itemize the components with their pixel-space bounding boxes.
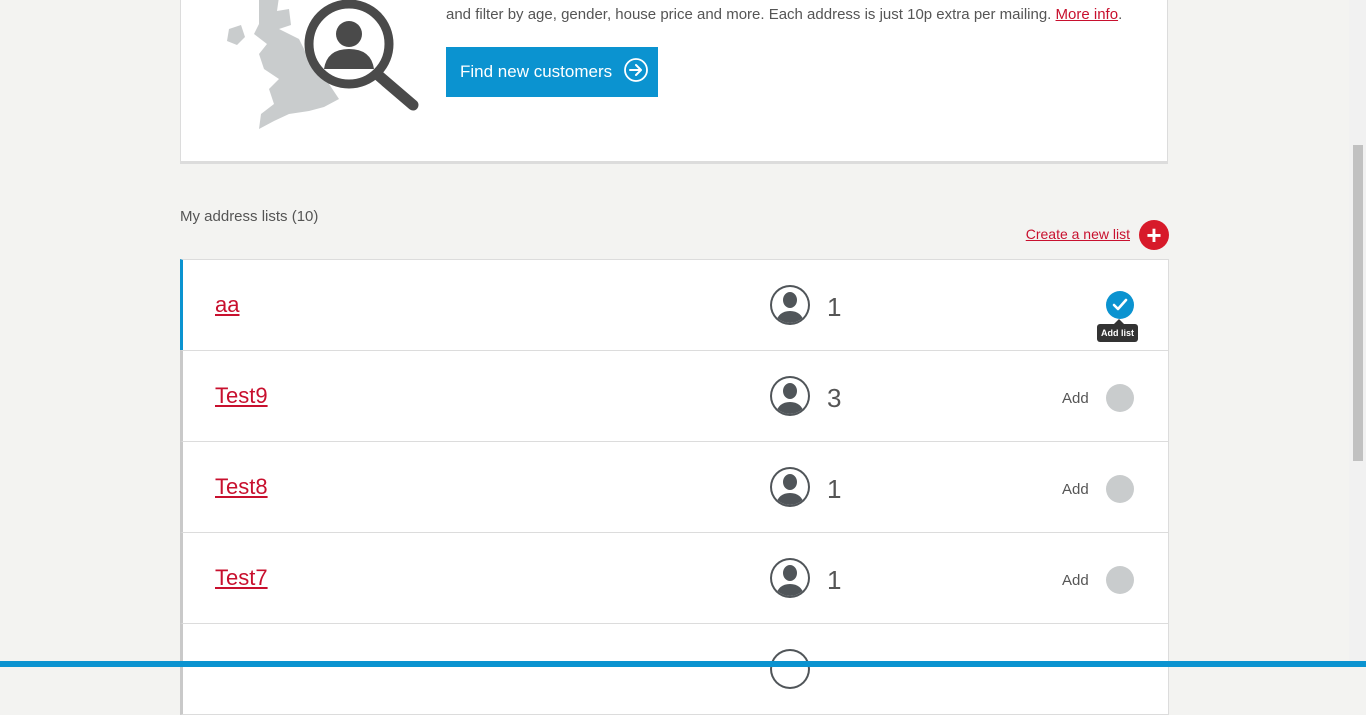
uk-map-search-illustration <box>227 0 419 129</box>
more-info-link[interactable]: More info <box>1056 6 1119 23</box>
list-select-toggle[interactable] <box>1106 291 1134 319</box>
person-icon <box>770 467 810 507</box>
list-select-toggle[interactable] <box>1106 475 1134 503</box>
person-icon <box>770 649 810 689</box>
add-label: Add <box>1062 572 1089 589</box>
checkmark-icon <box>1112 298 1128 311</box>
address-lists-heading: My address lists (10) <box>180 208 319 225</box>
list-count: 1 <box>827 292 842 322</box>
list-name-link[interactable]: Test8 <box>215 474 268 500</box>
person-icon <box>770 376 810 416</box>
promo-card: and filter by age, gender, house price a… <box>180 0 1168 164</box>
find-new-customers-label: Find new customers <box>460 62 613 81</box>
arrow-right-circle-icon <box>624 58 648 82</box>
list-name-link[interactable]: Test9 <box>215 383 268 409</box>
list-row: Test8 1 Add <box>180 441 1169 533</box>
promo-trailing: . <box>1118 6 1123 23</box>
person-icon <box>770 285 810 325</box>
address-list: aa 1 Add list Test9 3 Add Test8 1 Add Te… <box>180 259 1169 715</box>
create-new-list-link[interactable]: Create a new list <box>1026 226 1130 242</box>
add-label: Add <box>1062 390 1089 407</box>
list-count: 3 <box>827 383 842 413</box>
list-name-link[interactable]: aa <box>215 292 239 318</box>
list-row: aa 1 Add list <box>180 259 1169 351</box>
add-label: Add <box>1062 481 1089 498</box>
person-icon <box>770 558 810 598</box>
create-list-plus-button[interactable]: + <box>1139 220 1169 250</box>
list-select-toggle[interactable] <box>1106 384 1134 412</box>
add-list-tooltip: Add list <box>1097 319 1138 342</box>
list-row: Test9 3 Add <box>180 350 1169 442</box>
list-count: 1 <box>827 565 842 595</box>
scrollbar-thumb[interactable] <box>1353 145 1363 461</box>
list-row <box>180 623 1169 715</box>
promo-description: and filter by age, gender, house price a… <box>446 6 1122 24</box>
list-count: 1 <box>827 474 842 504</box>
list-row: Test7 1 Add <box>180 532 1169 624</box>
list-select-toggle[interactable] <box>1106 566 1134 594</box>
list-name-link[interactable]: Test7 <box>215 565 268 591</box>
vertical-scrollbar[interactable] <box>1349 0 1366 667</box>
find-new-customers-button[interactable]: Find new customers <box>446 47 658 97</box>
bottom-accent-bar <box>0 661 1366 667</box>
promo-text: and filter by age, gender, house price a… <box>446 6 1052 23</box>
